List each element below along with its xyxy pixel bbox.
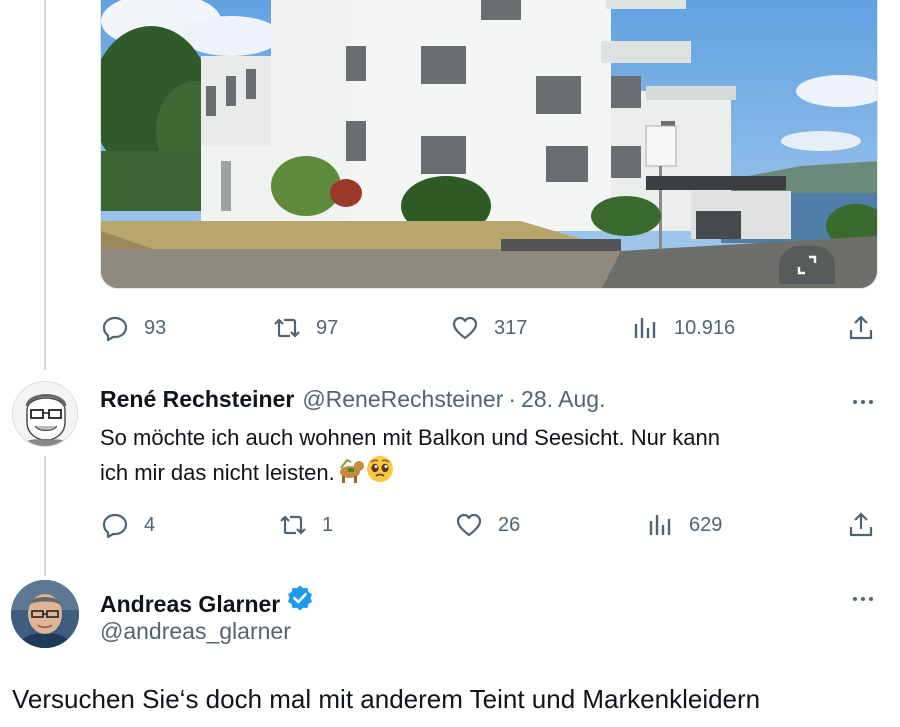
main-tweet-header: Andreas Glarner: [100, 584, 314, 618]
avatar[interactable]: [11, 580, 79, 648]
retweet-count: 97: [316, 316, 339, 339]
reply-count: 4: [144, 513, 156, 536]
reply-tweet-header: René Rechsteiner @ReneRechsteiner · 28. …: [100, 386, 605, 413]
views-count: 10.916: [674, 316, 736, 339]
more-options-icon[interactable]: [847, 589, 879, 609]
author-handle[interactable]: @ReneRechsteiner: [302, 386, 503, 413]
views-count: 629: [689, 513, 723, 536]
tweet1-action-bar: 93 97 317 10.916: [100, 312, 878, 344]
like-button[interactable]: 26: [454, 509, 520, 541]
retweet-button[interactable]: 97: [272, 312, 338, 344]
views-button[interactable]: 10.916: [630, 312, 735, 344]
retweet-icon: [272, 313, 302, 343]
avatar[interactable]: [12, 381, 78, 447]
thread-line-bottom: [44, 456, 46, 576]
views-button[interactable]: 629: [645, 509, 722, 541]
author-handle[interactable]: @andreas_glarner: [100, 618, 291, 645]
heart-icon: [450, 313, 480, 343]
main-tweet-text: Versuchen Sie‘s doch mal mit anderem Tei…: [12, 684, 761, 714]
reply-icon: [100, 313, 130, 343]
author-name[interactable]: René Rechsteiner: [100, 386, 294, 413]
author-name[interactable]: Andreas Glarner: [100, 591, 280, 618]
tweet-date[interactable]: 28. Aug.: [521, 386, 605, 413]
reply-action-bar: 4 1 26 629: [100, 509, 878, 541]
share-icon: [846, 510, 876, 540]
guide-dog-emoji: [335, 456, 365, 493]
retweet-count: 1: [322, 513, 334, 536]
tweet-media-image[interactable]: [100, 0, 878, 289]
reply-icon: [100, 510, 130, 540]
reply-button[interactable]: 93: [100, 312, 166, 344]
retweet-button[interactable]: 1: [278, 509, 333, 541]
separator-dot: ·: [508, 386, 517, 412]
views-icon: [630, 313, 660, 343]
share-icon: [846, 313, 876, 343]
reply-tweet-text: So möchte ich auch wohnen mit Balkon und…: [100, 421, 880, 493]
retweet-icon: [278, 510, 308, 540]
pleading-face-emoji: [365, 454, 395, 493]
reply-button[interactable]: 4: [100, 509, 155, 541]
reply-text-line1: So möchte ich auch wohnen mit Balkon und…: [100, 425, 721, 450]
more-options-icon[interactable]: [847, 392, 879, 412]
reply-text-line2: ich mir das nicht leisten.: [100, 460, 335, 485]
main-tweet-handle-row: @andreas_glarner: [100, 618, 291, 645]
share-button[interactable]: [846, 312, 876, 344]
like-button[interactable]: 317: [450, 312, 527, 344]
views-icon: [645, 510, 675, 540]
verified-badge-icon[interactable]: [286, 584, 314, 617]
heart-icon: [454, 510, 484, 540]
like-count: 26: [498, 513, 521, 536]
like-count: 317: [494, 316, 528, 339]
reply-count: 93: [144, 316, 167, 339]
share-button[interactable]: [846, 509, 876, 541]
thread-line-top: [44, 0, 46, 370]
expand-icon[interactable]: [779, 246, 835, 284]
